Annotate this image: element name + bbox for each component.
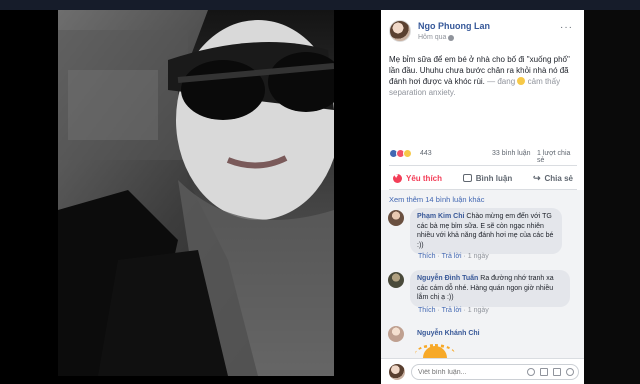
post-photo[interactable]	[58, 10, 334, 376]
comment-reply-link[interactable]: Trả lời	[442, 307, 462, 314]
separator: ·	[463, 253, 466, 260]
commenter-name[interactable]: Nguyễn Khánh Chi	[417, 330, 480, 337]
comment-bubble: Nguyễn Khánh Chi	[410, 324, 487, 343]
commenter-name[interactable]: Phạm Kim Chi	[417, 213, 464, 220]
top-bar	[0, 0, 640, 10]
comment-time[interactable]: 1 ngày	[468, 253, 489, 260]
sun-sticker[interactable]	[415, 344, 455, 358]
commenter-avatar[interactable]	[388, 326, 404, 342]
comment-reply-link[interactable]: Trả lời	[442, 253, 462, 260]
author-avatar[interactable]	[389, 20, 411, 42]
comment-actions: Thích · Trả lời · 1 ngày	[418, 253, 489, 260]
reaction-icons[interactable]	[389, 149, 412, 158]
comment-item: Nguyễn Đình Tuấn Ra đường nhớ tranh xa c…	[388, 270, 578, 322]
comment-input-icons	[527, 368, 574, 376]
share-button-label: Chia sẻ	[544, 173, 573, 183]
comment-count[interactable]: 33 bình luận	[492, 150, 531, 157]
commenter-avatar[interactable]	[388, 210, 404, 226]
love-button[interactable]: Yêu thích	[389, 173, 446, 183]
heart-icon	[393, 173, 402, 183]
comment-like-link[interactable]: Thích	[418, 307, 436, 314]
comment-icon	[462, 174, 472, 182]
comment-bubble: Nguyễn Đình Tuấn Ra đường nhớ tranh xa c…	[410, 270, 570, 307]
post-text: Mẹ bỉm sữa để em bé ở nhà cho bố đi "xuố…	[389, 54, 575, 98]
share-icon: ↪	[532, 172, 541, 183]
reply-bar	[381, 358, 584, 384]
comment-bubble: Phạm Kim Chi Chào mừng em đến với TG các…	[410, 208, 562, 254]
globe-icon	[448, 34, 455, 41]
love-button-label: Yêu thích	[406, 173, 443, 183]
comment-button[interactable]: Bình luận	[459, 174, 516, 183]
haha-reaction-icon	[403, 149, 412, 158]
post-panel: Ngo Phuong Lan Hôm qua ··· Mẹ bỉm sữa để…	[381, 10, 584, 384]
share-button[interactable]: ↪ Chia sẻ	[529, 173, 577, 184]
camera-icon[interactable]	[540, 368, 548, 376]
post-header: Ngo Phuong Lan Hôm qua ···	[389, 16, 579, 46]
comment-like-link[interactable]: Thích	[418, 253, 436, 260]
reaction-count[interactable]: 443	[420, 150, 432, 157]
right-margin	[584, 10, 640, 384]
commenter-avatar[interactable]	[388, 272, 404, 288]
separator: ·	[463, 307, 466, 314]
emoji-icon[interactable]	[527, 368, 535, 376]
photo-viewer[interactable]	[0, 10, 381, 384]
comment-actions: Thích · Trả lời · 1 ngày	[418, 307, 489, 314]
reaction-bar: 443 33 bình luận 1 lượt chia sẻ	[389, 149, 577, 164]
more-options-button[interactable]: ···	[560, 22, 573, 33]
comment-button-label: Bình luận	[475, 173, 513, 183]
sticker-icon[interactable]	[566, 368, 574, 376]
my-avatar	[389, 364, 405, 380]
separator: ·	[437, 307, 440, 314]
comment-time[interactable]: 1 ngày	[468, 307, 489, 314]
view-more-comments-link[interactable]: Xem thêm 14 bình luận khác	[389, 195, 484, 204]
photo-illustration	[58, 10, 334, 376]
post-time[interactable]: Hôm qua	[418, 34, 455, 41]
separator: ·	[437, 253, 440, 260]
mood-prefix: — đang	[484, 77, 516, 86]
comment-item: Phạm Kim Chi Chào mừng em đến với TG các…	[388, 208, 578, 262]
divider	[389, 165, 577, 166]
comments-section: Xem thêm 14 bình luận khác Phạm Kim Chi …	[381, 190, 584, 358]
share-count[interactable]: 1 lượt chia sẻ	[537, 150, 577, 164]
action-bar: Yêu thích Bình luận ↪ Chia sẻ	[389, 168, 577, 188]
post-time-label: Hôm qua	[418, 34, 447, 41]
gif-icon[interactable]	[553, 368, 561, 376]
commenter-name[interactable]: Nguyễn Đình Tuấn	[417, 275, 478, 282]
author-name[interactable]: Ngo Phuong Lan	[418, 21, 490, 31]
